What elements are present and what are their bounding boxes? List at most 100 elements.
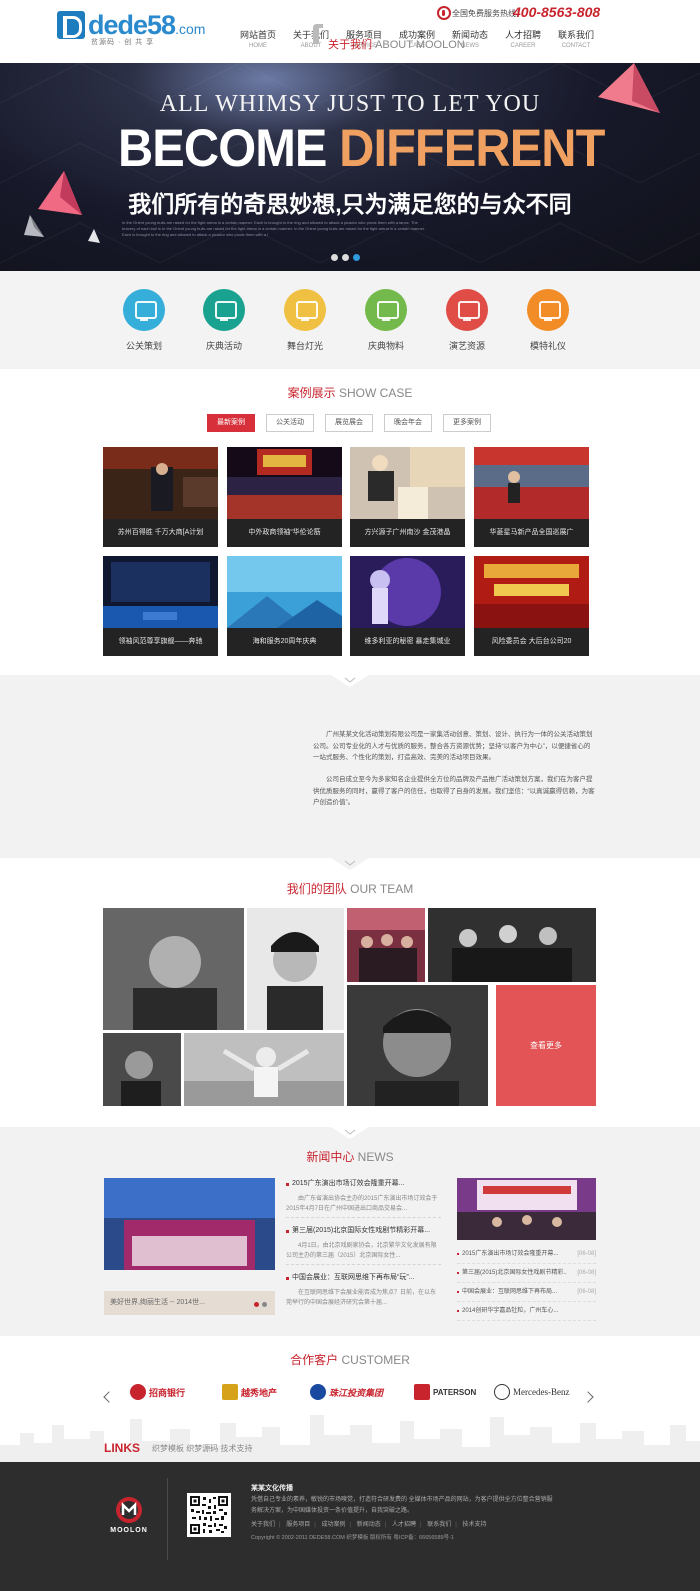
service-performance[interactable]: 演艺资源 bbox=[432, 289, 502, 352]
case-card[interactable]: 风险委员会 大后台公司20 bbox=[474, 556, 589, 656]
slide-dot[interactable] bbox=[342, 254, 349, 261]
featured-news[interactable]: 美好世界,绚丽生活 -- 2014世... bbox=[104, 1178, 275, 1315]
link-item[interactable]: 织梦源码 bbox=[186, 1444, 218, 1453]
team-photo[interactable] bbox=[103, 908, 244, 1030]
customers-title: 合作客户 CUSTOMER bbox=[0, 1351, 700, 1368]
footer-nav-link[interactable]: 服务项目 bbox=[286, 1522, 310, 1528]
qr-code bbox=[187, 1493, 231, 1537]
case-card[interactable]: 海和服务20周年庆典 bbox=[227, 556, 342, 656]
footer-copyright: Copyright © 2002-2011 DEDE58.COM 织梦模板 版权… bbox=[251, 1533, 454, 1541]
section-notch-icon bbox=[331, 675, 369, 687]
customer-logo[interactable]: PATERSON bbox=[414, 1377, 476, 1407]
service-materials[interactable]: 庆典物料 bbox=[351, 289, 421, 352]
nav-item-career[interactable]: 人才招聘 CAREER bbox=[495, 29, 551, 51]
case-card[interactable]: 方兴源子广州南沙 金茂港晶 bbox=[350, 447, 465, 547]
case-caption: 华菱星马新产品全国巡展广 bbox=[474, 519, 589, 547]
news-item-desc: 4月1日，由北京戏剧家协会，北京繁华文化发展有限公司主办的第三届（2015）北京… bbox=[286, 1243, 437, 1259]
link-item[interactable]: 织梦模板 bbox=[152, 1444, 184, 1453]
case-caption: 苏州百得胜 千万大商[A计划 bbox=[103, 519, 218, 547]
case-card[interactable]: 中外政商领袖“华伦论筋 bbox=[227, 447, 342, 547]
logo-icon[interactable] bbox=[57, 11, 85, 39]
service-label: 模特礼仪 bbox=[529, 341, 566, 351]
team-photo[interactable] bbox=[103, 1033, 181, 1106]
carousel-dot-active[interactable] bbox=[254, 1302, 259, 1307]
case-thumbnail bbox=[103, 556, 218, 628]
banner-headline: ALL WHIMSY JUST TO LET YOU bbox=[159, 91, 541, 117]
copyright-text: Copyright © 2002-2011 DEDE58.COM 织梦模板 版权… bbox=[251, 1535, 392, 1541]
news-list-date: [06-08] bbox=[577, 1289, 596, 1295]
team-photo[interactable] bbox=[428, 908, 596, 982]
cases-title: 案例展示 SHOW CASE bbox=[0, 384, 700, 401]
customer-logo[interactable]: 招商银行 bbox=[130, 1377, 185, 1407]
news-list-date: [06-08] bbox=[577, 1270, 596, 1276]
hero-banner[interactable]: ALL WHIMSY JUST TO LET YOU BECOME DIFFER… bbox=[0, 63, 700, 271]
divider bbox=[286, 1264, 441, 1265]
news-side-image[interactable] bbox=[457, 1178, 596, 1240]
team-photo[interactable] bbox=[347, 985, 488, 1106]
news-item[interactable]: 第三届(2015)北京国际女性戏剧节精彩开幕... 4月1日，由北京戏剧家协会，北… bbox=[286, 1225, 441, 1261]
footer-nav-link[interactable]: 人才招聘 bbox=[392, 1522, 416, 1528]
team-photo[interactable] bbox=[347, 908, 425, 982]
tab-pr-events[interactable]: 公关活动 bbox=[266, 414, 314, 432]
service-pr[interactable]: 公关策划 bbox=[109, 289, 179, 352]
divider: | bbox=[314, 1522, 316, 1528]
view-more-team-button[interactable]: 查看更多 bbox=[496, 985, 596, 1106]
case-thumbnail bbox=[474, 447, 589, 519]
tab-more-cases[interactable]: 更多案例 bbox=[443, 414, 491, 432]
news-list-item[interactable]: 第三届(2015)北京国际女性戏剧节精彩... [06-08] bbox=[457, 1265, 596, 1283]
section-title-en: CUSTOMER bbox=[341, 1353, 410, 1367]
customer-logo[interactable]: 珠江投资集团 bbox=[310, 1377, 383, 1407]
logo-suffix: .com bbox=[175, 21, 206, 37]
footer-nav-link[interactable]: 成功案例 bbox=[322, 1522, 346, 1528]
footer-nav-link[interactable]: 关于我们 bbox=[251, 1522, 275, 1528]
paterson-logo-icon bbox=[414, 1384, 430, 1400]
news-list-item[interactable]: 2015广东演出市场订效会隆重开幕... [06-08] bbox=[457, 1246, 596, 1264]
slide-dot-active[interactable] bbox=[353, 254, 360, 261]
service-stage-lighting[interactable]: 舞台灯光 bbox=[270, 289, 340, 352]
materials-icon bbox=[365, 289, 407, 331]
service-label: 演艺资源 bbox=[448, 341, 485, 351]
nav-item-home[interactable]: 网站首页 HOME bbox=[230, 29, 286, 51]
case-thumbnail bbox=[350, 447, 465, 519]
footer-nav-link[interactable]: 联系我们 bbox=[427, 1522, 451, 1528]
case-caption: 方兴源子广州南沙 金茂港晶 bbox=[350, 519, 465, 547]
team-photo[interactable] bbox=[184, 1033, 344, 1106]
footer-nav-link[interactable]: 新闻动态 bbox=[357, 1522, 381, 1528]
case-card[interactable]: 苏州百得胜 千万大商[A计划 bbox=[103, 447, 218, 547]
news-title: 新闻中心 NEWS bbox=[0, 1148, 700, 1165]
news-item[interactable]: 中国会展业：互联网思维下再布局“玩”... 在互联网思维下会展业能否成为焦点？日前… bbox=[286, 1272, 441, 1308]
news-item[interactable]: 2015广东演出市场订效会隆重开幕... 由广东省演出协会主办的2015广东演出市… bbox=[286, 1178, 441, 1214]
page: dede58.com 贫源码 · 创 共 享 全国免费服务热线： 400-856… bbox=[0, 0, 700, 1591]
case-caption: 维多利亚的秘密 暴走集城业 bbox=[350, 628, 465, 656]
featured-news-image bbox=[104, 1178, 275, 1291]
news-list-item[interactable]: 2014创研华宇嘉品牡粒，广州车心... bbox=[457, 1303, 596, 1321]
team-photo[interactable] bbox=[247, 908, 344, 1030]
footer-nav-link[interactable]: 技术支持 bbox=[463, 1522, 487, 1528]
mercedes-star-icon bbox=[494, 1384, 510, 1400]
case-card[interactable]: 华菱星马新产品全国巡展广 bbox=[474, 447, 589, 547]
carousel-dot[interactable] bbox=[262, 1302, 267, 1307]
news-list-item[interactable]: 中国会展业：互联网思维下再布局... [06-08] bbox=[457, 1284, 596, 1302]
carousel-prev-arrow-icon[interactable] bbox=[101, 1390, 115, 1404]
section-title-cn: 案例展示 bbox=[287, 386, 336, 400]
service-models[interactable]: 模特礼仪 bbox=[513, 289, 583, 352]
link-item[interactable]: 技术支持 bbox=[220, 1444, 252, 1453]
case-card[interactable]: 领袖风范尊享旗舰——奔驰 bbox=[103, 556, 218, 656]
customer-logo-text: Mercedes-Benz bbox=[513, 1387, 570, 1397]
nav-item-contact[interactable]: 联系我们 CONTACT bbox=[548, 29, 604, 51]
customer-logo[interactable]: Mercedes-Benz bbox=[494, 1377, 569, 1407]
section-title-cn: 关于我们 bbox=[328, 39, 372, 51]
logo-text: dede58 bbox=[88, 10, 176, 40]
service-celebration[interactable]: 庆典活动 bbox=[189, 289, 259, 352]
banner-word-different: DIFFERENT bbox=[339, 119, 605, 178]
slide-dot[interactable] bbox=[331, 254, 338, 261]
case-card[interactable]: 维多利亚的秘密 暴走集城业 bbox=[350, 556, 465, 656]
tab-galas[interactable]: 晚会年会 bbox=[384, 414, 432, 432]
carousel-next-arrow-icon[interactable] bbox=[583, 1390, 597, 1404]
customer-logo[interactable]: 越秀地产 bbox=[222, 1377, 277, 1407]
about-title: 关于我们 ABOUT MOOLON bbox=[328, 36, 465, 52]
footer-description: 凭借自己专业的素养，敏锐的市场嗅觉，打造符合研发费的 全媒体市场产品的网站，为客… bbox=[251, 1497, 553, 1514]
tab-exhibitions[interactable]: 展览展会 bbox=[325, 414, 373, 432]
tab-latest-cases[interactable]: 最新案例 bbox=[207, 414, 255, 432]
quote-icon bbox=[313, 24, 323, 44]
